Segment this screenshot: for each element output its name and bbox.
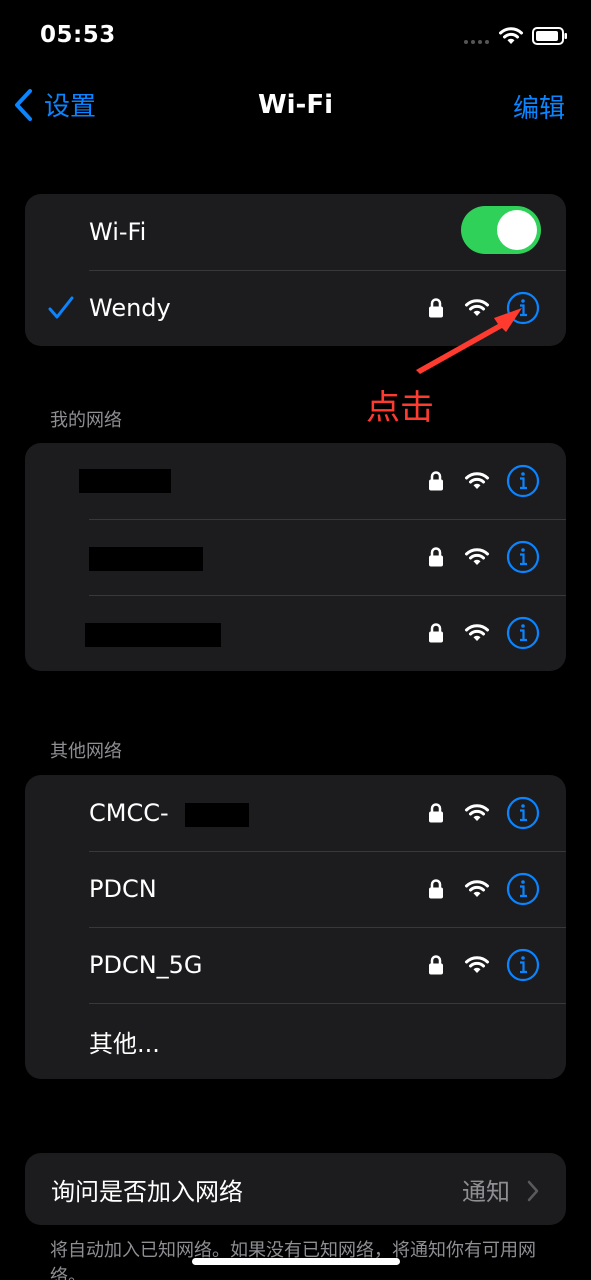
status-time: 05:53 [40, 22, 116, 48]
network-row[interactable] [25, 519, 566, 595]
navigation-bar: 设置 Wi-Fi 编辑 [0, 78, 591, 132]
toggle-knob [497, 210, 537, 250]
info-icon[interactable] [506, 796, 540, 830]
battery-icon [532, 27, 567, 45]
checkmark-icon [48, 296, 74, 319]
lock-icon [429, 623, 443, 643]
other-network-label: 其他... [89, 1029, 160, 1058]
connected-network-name: Wendy [89, 294, 171, 322]
wifi-toggle-row: Wi-Fi [25, 194, 566, 270]
redaction-box [89, 547, 203, 571]
network-row[interactable] [25, 595, 566, 671]
wifi-icon [465, 804, 489, 821]
other-networks-header: 其他网络 [50, 741, 122, 762]
page-title: Wi-Fi [257, 90, 334, 120]
info-icon[interactable] [506, 872, 540, 906]
annotation-text: 点击 [366, 388, 434, 428]
ask-to-join-value: 通知 [462, 1177, 510, 1206]
network-row[interactable] [25, 443, 566, 519]
info-icon[interactable] [506, 948, 540, 982]
status-bar: 05:53 [0, 0, 591, 70]
network-name: PDCN_5G [89, 951, 203, 979]
network-name: CMCC- [89, 799, 169, 827]
wifi-label: Wi-Fi [89, 218, 147, 246]
lock-icon [429, 879, 443, 899]
network-row[interactable]: PDCN_5G [25, 927, 566, 1003]
info-icon[interactable] [506, 616, 540, 650]
my-networks-header: 我的网络 [50, 410, 122, 431]
cellular-signal-icon [464, 40, 489, 44]
status-wifi-icon [499, 27, 523, 44]
wifi-icon [465, 472, 489, 489]
network-row[interactable]: PDCN [25, 851, 566, 927]
home-indicator[interactable] [192, 1258, 400, 1265]
edit-button[interactable]: 编辑 [513, 88, 565, 125]
my-networks-group [25, 443, 566, 671]
lock-icon [429, 955, 443, 975]
wifi-icon [465, 956, 489, 973]
other-networks-group: CMCC- PDCN PDCN_5G 其他... [25, 775, 566, 1079]
ask-to-join-label: 询问是否加入网络 [51, 1177, 243, 1206]
annotation-arrow [416, 308, 522, 374]
ask-to-join-row[interactable]: 询问是否加入网络 通知 [25, 1153, 566, 1225]
redaction-box [79, 469, 171, 493]
lock-icon [429, 471, 443, 491]
redaction-box [185, 803, 249, 827]
wifi-toggle[interactable] [461, 206, 541, 254]
network-name: PDCN [89, 875, 157, 903]
wifi-icon [465, 624, 489, 641]
wifi-icon [465, 880, 489, 897]
lock-icon [429, 803, 443, 823]
other-network-row[interactable]: 其他... [25, 1003, 566, 1079]
info-icon[interactable] [506, 540, 540, 574]
network-row[interactable]: CMCC- [25, 775, 566, 851]
wifi-icon [465, 548, 489, 565]
chevron-right-icon [527, 1180, 539, 1202]
lock-icon [429, 547, 443, 567]
info-icon[interactable] [506, 464, 540, 498]
redaction-box [85, 623, 221, 647]
ask-to-join-cell: 询问是否加入网络 通知 [25, 1153, 566, 1225]
